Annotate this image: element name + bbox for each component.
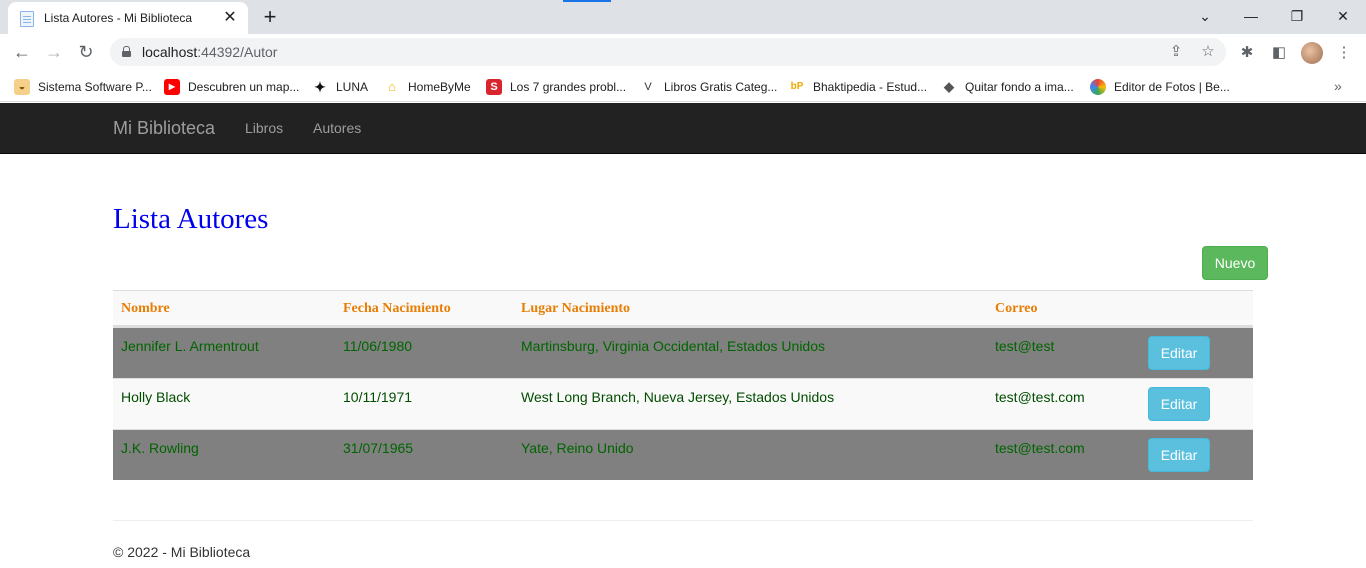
edit-button[interactable]: Editar bbox=[1148, 387, 1210, 421]
bookmark-item[interactable]: Editor de Fotos | Be... bbox=[1090, 78, 1230, 96]
table-row: Holly Black 10/11/1971 West Long Branch,… bbox=[113, 378, 1253, 429]
footer-divider bbox=[113, 520, 1253, 521]
cell-correo: test@test.com bbox=[995, 389, 1085, 405]
cell-nombre: Jennifer L. Armentrout bbox=[121, 338, 259, 354]
back-icon[interactable]: ← bbox=[10, 40, 34, 64]
cell-fecha: 10/11/1971 bbox=[343, 389, 413, 405]
nav-link-libros[interactable]: Libros bbox=[245, 120, 283, 136]
close-window-icon[interactable]: ✕ bbox=[1320, 4, 1366, 28]
cell-nombre: Holly Black bbox=[121, 389, 191, 405]
bookmarks-bar: ◒ Sistema Software P... ▶ Descubren un map… bbox=[0, 70, 1366, 102]
bookmark-item[interactable]: bP Bhaktipedia - Estud... bbox=[789, 78, 927, 96]
edit-button[interactable]: Editar bbox=[1148, 336, 1210, 370]
brand-link[interactable]: Mi Biblioteca bbox=[113, 118, 215, 139]
column-header-nombre: Nombre bbox=[121, 301, 170, 316]
more-bookmarks-icon[interactable]: » bbox=[1334, 78, 1342, 94]
share-icon[interactable]: ⇪ bbox=[1166, 42, 1186, 62]
cell-correo: test@test bbox=[995, 338, 1055, 354]
cell-correo: test@test.com bbox=[995, 440, 1085, 456]
column-header-fecha: Fecha Nacimiento bbox=[343, 301, 451, 316]
profile-avatar[interactable] bbox=[1301, 42, 1323, 64]
bookmark-item[interactable]: ✦ LUNA bbox=[312, 78, 368, 96]
reload-icon[interactable]: ↻ bbox=[74, 40, 98, 64]
layers-icon: ◆ bbox=[944, 79, 954, 94]
page-title: Lista Autores bbox=[113, 203, 269, 235]
browser-toolbar: ← → ↻ localhost:44392/Autor ⇪ ☆ ✱ ◧ ⋮ bbox=[0, 34, 1366, 70]
tab-indicator bbox=[563, 0, 611, 2]
home-icon: ⌂ bbox=[388, 79, 396, 94]
browser-tab[interactable]: Lista Autores - Mi Biblioteca ✕ bbox=[8, 2, 248, 34]
bookmark-item[interactable]: S Los 7 grandes probl... bbox=[486, 78, 626, 96]
bookmark-item[interactable]: ◒ Sistema Software P... bbox=[14, 78, 152, 96]
bookmark-item[interactable]: ⌂ HomeByMe bbox=[384, 78, 471, 96]
cell-lugar: West Long Branch, Nueva Jersey, Estados … bbox=[521, 389, 835, 405]
cell-lugar: Martinsburg, Virginia Occidental, Estado… bbox=[521, 338, 826, 354]
address-bar[interactable]: localhost:44392/Autor ⇪ ☆ bbox=[110, 38, 1226, 66]
sparkle-icon: ✦ bbox=[314, 79, 326, 95]
v-icon: V bbox=[644, 81, 652, 93]
browser-tab-bar: Lista Autores - Mi Biblioteca ✕ + ⌄ — ❐ … bbox=[0, 0, 1366, 34]
nav-link-autores[interactable]: Autores bbox=[313, 120, 361, 136]
page-favicon-icon bbox=[20, 11, 34, 27]
table-row: Jennifer L. Armentrout 11/06/1980 Martin… bbox=[113, 327, 1253, 378]
lock-icon[interactable] bbox=[122, 46, 131, 57]
menu-kebab-icon[interactable]: ⋮ bbox=[1333, 42, 1355, 64]
youtube-icon: ▶ bbox=[164, 79, 180, 95]
new-tab-icon[interactable]: + bbox=[258, 4, 282, 30]
column-header-lugar: Lugar Nacimiento bbox=[521, 301, 631, 316]
cell-nombre: J.K. Rowling bbox=[121, 440, 199, 456]
side-panel-icon[interactable]: ◧ bbox=[1268, 42, 1290, 64]
restore-icon[interactable]: ❐ bbox=[1274, 4, 1320, 28]
cell-lugar: Yate, Reino Unido bbox=[521, 440, 634, 456]
bp-icon: bP bbox=[790, 81, 804, 92]
url-text: localhost:44392/Autor bbox=[142, 44, 278, 60]
tab-title: Lista Autores - Mi Biblioteca bbox=[44, 11, 193, 25]
bookmark-star-icon[interactable]: ☆ bbox=[1198, 42, 1218, 62]
edit-button[interactable]: Editar bbox=[1148, 438, 1210, 472]
table-row: J.K. Rowling 31/07/1965 Yate, Reino Unid… bbox=[113, 429, 1253, 480]
circle-icon bbox=[1090, 79, 1106, 95]
table-header: Nombre Fecha Nacimiento Lugar Nacimiento… bbox=[113, 290, 1253, 327]
s-icon: S bbox=[486, 79, 502, 95]
footer-text: © 2022 - Mi Biblioteca bbox=[113, 544, 251, 560]
bowl-icon: ◒ bbox=[14, 79, 30, 95]
new-author-button[interactable]: Nuevo bbox=[1202, 246, 1268, 280]
forward-icon[interactable]: → bbox=[42, 40, 66, 64]
tab-search-icon[interactable]: ⌄ bbox=[1182, 4, 1228, 28]
cell-fecha: 31/07/1965 bbox=[343, 440, 414, 456]
column-header-correo: Correo bbox=[995, 301, 1038, 316]
extensions-icon[interactable]: ✱ bbox=[1236, 42, 1258, 64]
site-navbar: Mi Biblioteca Libros Autores bbox=[0, 103, 1366, 154]
minimize-icon[interactable]: — bbox=[1228, 4, 1274, 28]
cell-fecha: 11/06/1980 bbox=[343, 338, 413, 354]
bookmark-item[interactable]: V Libros Gratis Categ... bbox=[640, 78, 777, 96]
close-tab-icon[interactable]: ✕ bbox=[220, 8, 240, 28]
bookmark-item[interactable]: ◆ Quitar fondo a ima... bbox=[941, 78, 1074, 96]
bookmark-item[interactable]: ▶ Descubren un map... bbox=[164, 78, 299, 96]
